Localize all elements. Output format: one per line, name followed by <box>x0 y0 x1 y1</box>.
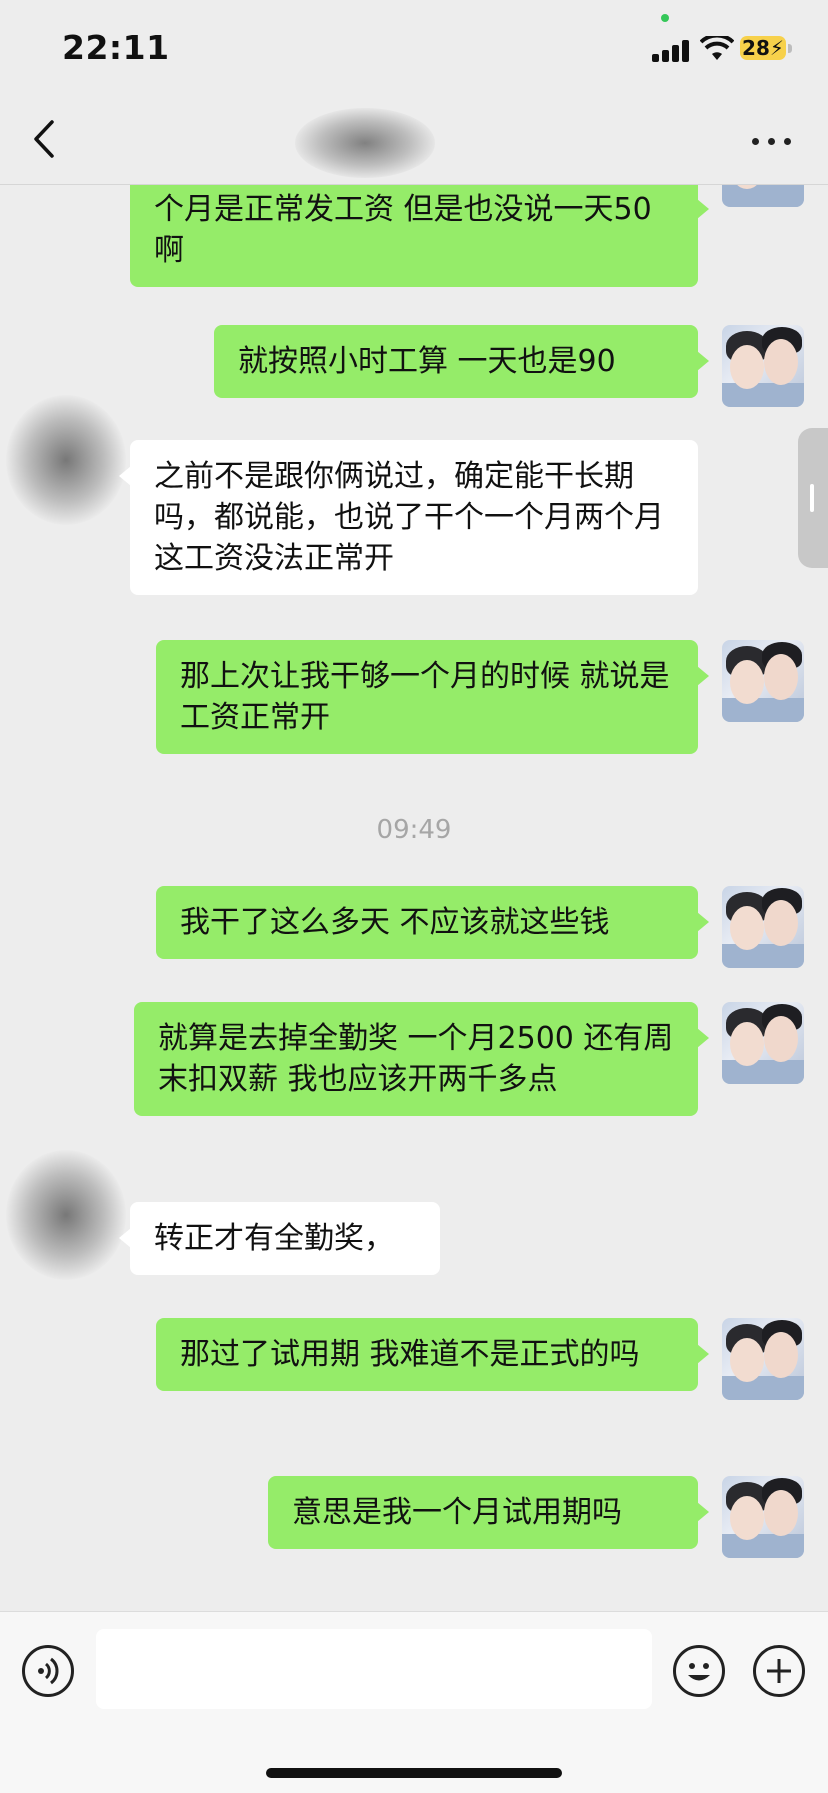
privacy-indicator-icon <box>661 14 669 22</box>
message-bubble-received[interactable]: 转正才有全勤奖， <box>119 1202 440 1275</box>
back-button[interactable] <box>24 114 64 164</box>
battery-icon: 28⚡ <box>740 36 786 60</box>
chat-messages[interactable]: 个月是正常发工资 但是也没说一天50啊 就按照小时工算 一天也是90 之前不是跟… <box>0 185 828 1611</box>
voice-icon <box>38 1657 59 1685</box>
chat-header <box>0 96 828 185</box>
home-indicator[interactable] <box>266 1768 562 1778</box>
battery-cap <box>788 44 792 53</box>
message-bubble-received[interactable]: 之前不是跟你俩说过，确定能干长期吗，都说能，也说了干个一个月两个月这工资没法正常… <box>119 440 698 595</box>
more-features-button[interactable] <box>753 1645 805 1697</box>
message-bubble-sent[interactable]: 那过了试用期 我难道不是正式的吗 <box>156 1318 709 1391</box>
more-options-button[interactable] <box>750 126 794 156</box>
status-bar: 22:11 28⚡ <box>0 0 828 96</box>
contact-avatar[interactable] <box>6 1150 126 1280</box>
message-bubble-sent[interactable]: 就算是去掉全勤奖 一个月2500 还有周末扣双薪 我也应该开两千多点 <box>134 1002 709 1116</box>
battery-level: 28 <box>742 36 770 60</box>
message-bubble-sent[interactable]: 那上次让我干够一个月的时候 就说是工资正常开 <box>156 640 709 754</box>
status-time: 22:11 <box>62 28 170 67</box>
message-bubble-sent[interactable]: 个月是正常发工资 但是也没说一天50啊 <box>130 185 709 287</box>
my-avatar[interactable] <box>722 886 804 968</box>
emoji-button[interactable] <box>673 1645 725 1697</box>
plus-icon <box>767 1659 791 1683</box>
contact-avatar[interactable] <box>6 395 126 525</box>
my-avatar[interactable] <box>722 640 804 722</box>
my-avatar[interactable] <box>722 1318 804 1400</box>
message-bubble-sent[interactable]: 就按照小时工算 一天也是90 <box>214 325 709 398</box>
message-input[interactable] <box>96 1629 652 1709</box>
side-drawer-handle[interactable] <box>798 428 828 568</box>
message-bubble-sent[interactable]: 意思是我一个月试用期吗 <box>268 1476 709 1549</box>
input-bar <box>0 1611 828 1793</box>
wifi-icon <box>700 36 734 60</box>
my-avatar[interactable] <box>722 185 804 207</box>
my-avatar[interactable] <box>722 1002 804 1084</box>
cellular-signal-icon <box>652 40 694 62</box>
message-timestamp: 09:49 <box>376 815 452 845</box>
my-avatar[interactable] <box>722 325 804 407</box>
emoji-icon <box>688 1663 710 1681</box>
contact-name-redacted <box>295 108 435 178</box>
my-avatar[interactable] <box>722 1476 804 1558</box>
message-bubble-sent[interactable]: 我干了这么多天 不应该就这些钱 <box>156 886 709 959</box>
voice-button[interactable] <box>22 1645 74 1697</box>
